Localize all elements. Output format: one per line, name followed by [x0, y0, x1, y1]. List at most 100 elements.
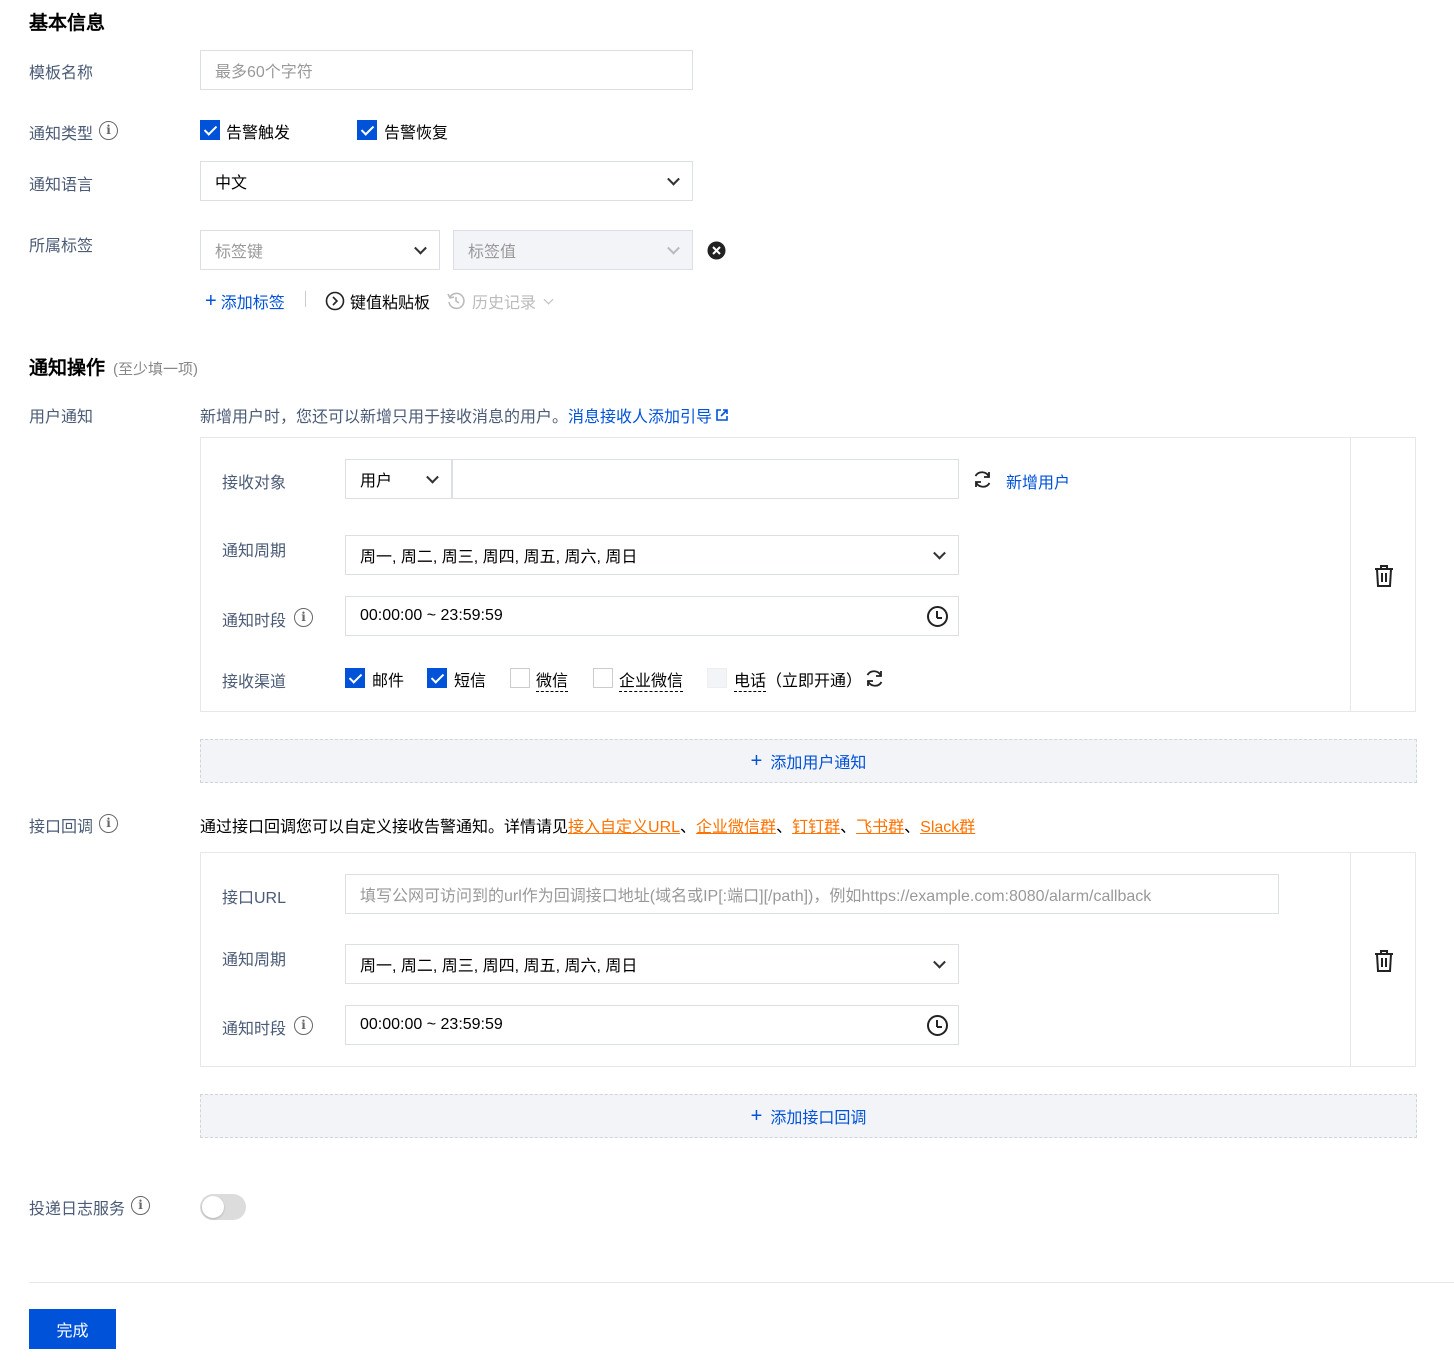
- notify-actions-title-text: 通知操作: [29, 358, 106, 379]
- notify-lang-label: 通知语言: [29, 177, 94, 194]
- tags-label: 所属标签: [29, 238, 94, 255]
- delete-icon[interactable]: [1373, 949, 1395, 973]
- time-label: 通知时段: [222, 613, 287, 630]
- add-callback-label: 添加接口回调: [770, 1110, 867, 1127]
- info-icon[interactable]: i: [294, 1016, 313, 1035]
- period-value: 周一, 周二, 周三, 周四, 周五, 周六, 周日: [360, 549, 638, 566]
- custom-url-link[interactable]: 接入自定义URL: [568, 819, 680, 836]
- user-notify-guide-link[interactable]: 消息接收人添加引导: [568, 403, 712, 427]
- close-icon[interactable]: [707, 241, 726, 260]
- panel-divider: [1350, 853, 1351, 1066]
- feishu-group-link[interactable]: 飞书群: [856, 819, 904, 836]
- receiver-type-select[interactable]: 用户: [345, 459, 452, 499]
- alarm-trigger-checkbox[interactable]: [200, 120, 220, 140]
- chevron-down-icon: [414, 241, 427, 255]
- log-service-label: 投递日志服务: [29, 1201, 126, 1218]
- slack-group-link[interactable]: Slack群: [920, 819, 975, 836]
- notify-actions-hint: (至少填一项): [113, 361, 199, 378]
- alarm-trigger-label[interactable]: 告警触发: [226, 119, 290, 143]
- separator: 、: [904, 819, 921, 836]
- chevron-down-icon: [543, 294, 554, 304]
- refresh-icon[interactable]: [864, 668, 885, 689]
- wecom-checkbox[interactable]: [593, 668, 613, 688]
- sms-checkbox[interactable]: [427, 668, 447, 688]
- delete-icon[interactable]: [1373, 564, 1395, 588]
- callback-url-placeholder: 填写公网可访问到的url作为回调接口地址(域名或IP[:端口][/path])，…: [360, 888, 1152, 905]
- add-user-link[interactable]: 新增用户: [1006, 469, 1070, 493]
- clock-icon: [927, 606, 948, 627]
- user-notify-desc-text: 新增用户时，您还可以新增只用于接收消息的用户。: [200, 409, 569, 426]
- time-value: 00:00:00 ~ 23:59:59: [360, 1016, 503, 1033]
- log-service-toggle[interactable]: [200, 1194, 246, 1220]
- receiver-input[interactable]: [452, 459, 959, 499]
- info-icon[interactable]: i: [99, 121, 118, 140]
- toggle-knob: [202, 1196, 224, 1218]
- kv-clipboard-label: 键值粘贴板: [350, 295, 431, 312]
- footer-divider: [29, 1282, 1454, 1283]
- chevron-down-icon: [933, 955, 946, 969]
- history-button[interactable]: 历史记录: [446, 289, 554, 313]
- kv-clipboard-button[interactable]: 键值粘贴板: [325, 289, 430, 313]
- submit-button[interactable]: 完成: [29, 1309, 116, 1349]
- add-tag-button[interactable]: + 添加标签: [205, 289, 285, 313]
- template-name-placeholder: 最多60个字符: [215, 64, 313, 81]
- phone-label: 电话: [734, 667, 767, 692]
- time-range-input[interactable]: 00:00:00 ~ 23:59:59: [345, 1005, 959, 1045]
- receiver-type-value: 用户: [360, 473, 393, 490]
- email-label[interactable]: 邮件: [372, 667, 404, 691]
- info-icon[interactable]: i: [99, 814, 118, 833]
- wechat-checkbox[interactable]: [510, 668, 530, 688]
- info-icon[interactable]: i: [294, 608, 313, 627]
- separator: 、: [840, 819, 857, 836]
- time-value: 00:00:00 ~ 23:59:59: [360, 607, 503, 624]
- email-checkbox[interactable]: [345, 668, 365, 688]
- add-user-notify-button[interactable]: + 添加用户通知: [200, 739, 1417, 783]
- template-name-input[interactable]: 最多60个字符: [200, 50, 693, 90]
- period-label: 通知周期: [222, 543, 287, 560]
- alarm-recover-checkbox[interactable]: [357, 120, 377, 140]
- notify-lang-select[interactable]: 中文: [200, 161, 693, 201]
- chevron-down-icon: [667, 172, 680, 186]
- time-label: 通知时段: [222, 1021, 287, 1038]
- time-range-input[interactable]: 00:00:00 ~ 23:59:59: [345, 596, 959, 636]
- info-icon[interactable]: i: [131, 1196, 150, 1215]
- phone-checkbox[interactable]: [707, 668, 727, 688]
- chevron-down-icon: [667, 241, 680, 255]
- callback-label: 接口回调: [29, 819, 94, 836]
- plus-icon: +: [205, 290, 217, 312]
- refresh-icon[interactable]: [972, 469, 993, 490]
- tag-key-select[interactable]: 标签键: [200, 230, 440, 270]
- dingtalk-group-link[interactable]: 钉钉群: [792, 819, 840, 836]
- history-label: 历史记录: [472, 295, 537, 312]
- alarm-recover-label[interactable]: 告警恢复: [384, 119, 448, 143]
- url-label: 接口URL: [222, 890, 287, 907]
- chevron-down-icon: [426, 470, 439, 484]
- phone-activate-label: （立即开通）: [766, 673, 863, 690]
- period-select[interactable]: 周一, 周二, 周三, 周四, 周五, 周六, 周日: [345, 944, 959, 984]
- external-link-icon[interactable]: [715, 408, 729, 422]
- sms-label[interactable]: 短信: [454, 667, 486, 691]
- divider: [305, 291, 306, 307]
- add-tag-label: 添加标签: [220, 295, 285, 312]
- add-callback-button[interactable]: + 添加接口回调: [200, 1094, 1417, 1138]
- add-user-notify-label: 添加用户通知: [770, 755, 867, 772]
- tag-value-select[interactable]: 标签值: [453, 230, 693, 270]
- plus-icon: +: [750, 749, 763, 772]
- wecom-label[interactable]: 企业微信: [619, 667, 684, 692]
- callback-desc-text: 通过接口回调您可以自定义接收告警通知。详情请见: [200, 819, 569, 836]
- basic-info-title: 基本信息: [29, 13, 106, 34]
- callback-panel: 接口URL 填写公网可访问到的url作为回调接口地址(域名或IP[:端口][/p…: [200, 852, 1416, 1067]
- plus-icon: +: [750, 1104, 763, 1127]
- notify-type-label: 通知类型: [29, 126, 94, 143]
- wechat-label[interactable]: 微信: [536, 667, 569, 692]
- separator: 、: [776, 819, 793, 836]
- notify-lang-value: 中文: [215, 175, 248, 192]
- history-icon: [447, 292, 465, 310]
- wecom-group-link[interactable]: 企业微信群: [696, 819, 776, 836]
- chevron-down-icon: [933, 546, 946, 560]
- template-name-label: 模板名称: [29, 65, 94, 82]
- period-select[interactable]: 周一, 周二, 周三, 周四, 周五, 周六, 周日: [345, 535, 959, 575]
- phone-option[interactable]: 电话 （立即开通）: [734, 667, 862, 692]
- callback-url-input[interactable]: 填写公网可访问到的url作为回调接口地址(域名或IP[:端口][/path])，…: [345, 874, 1279, 914]
- receiver-label: 接收对象: [222, 475, 287, 492]
